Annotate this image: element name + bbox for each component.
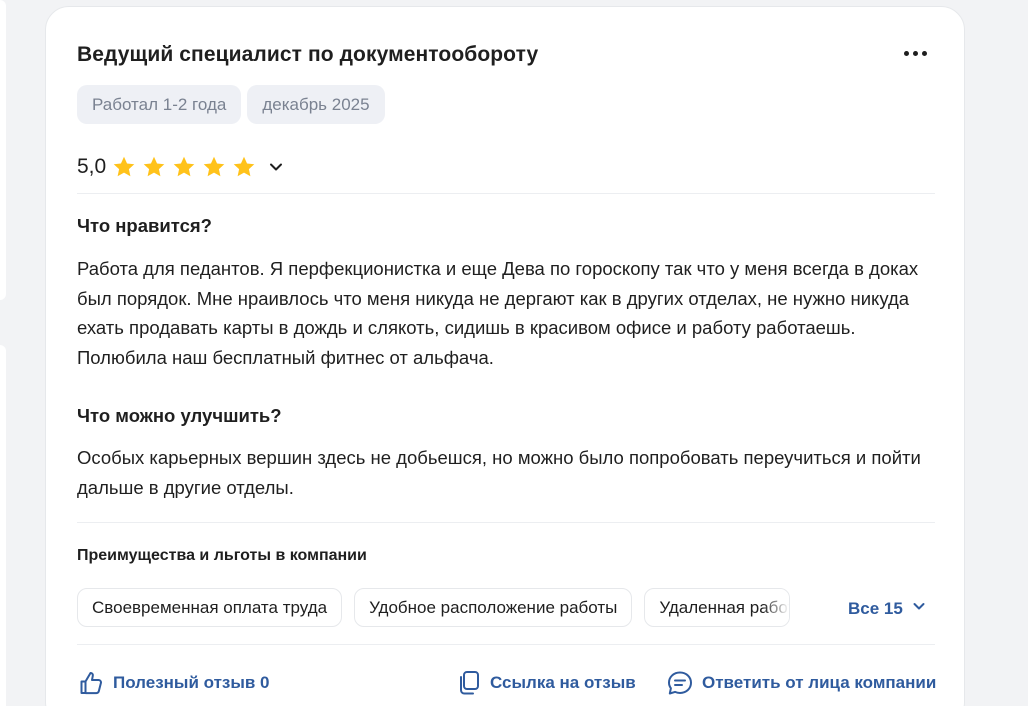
chevron-down-icon [911, 598, 927, 619]
star-icon [112, 155, 136, 179]
rating-stars [112, 155, 256, 179]
review-tags: Работал 1-2 года декабрь 2025 [77, 85, 385, 124]
benefits-chips: Своевременная оплата труда Удобное распо… [77, 588, 937, 628]
star-icon [142, 155, 166, 179]
star-icon [172, 155, 196, 179]
review-title: Ведущий специалист по документообороту [77, 43, 539, 66]
star-icon [202, 155, 226, 179]
star-icon [232, 155, 256, 179]
copy-link-button[interactable]: Ссылка на отзыв [456, 669, 636, 697]
copy-link-icon [456, 669, 482, 697]
benefit-chip[interactable]: Удобное расположение работы [354, 588, 633, 627]
left-panel-edge [0, 0, 6, 300]
divider [77, 644, 935, 645]
copy-link-label: Ссылка на отзыв [490, 673, 636, 692]
rating-value: 5,0 [77, 155, 107, 178]
all-benefits-label: Все 15 [848, 598, 903, 618]
tag-experience: Работал 1-2 года [77, 85, 242, 124]
review-card: Ведущий специалист по документообороту Р… [45, 6, 965, 706]
more-dots-icon[interactable] [904, 43, 927, 63]
improve-text: Особых карьерных вершин здесь не добьешс… [77, 447, 921, 498]
improve-heading: Что можно улучшить? [77, 405, 282, 426]
chat-reply-icon [666, 669, 694, 697]
thumb-up-icon [77, 669, 105, 697]
helpful-label: Полезный отзыв 0 [113, 673, 270, 692]
benefits-heading: Преимущества и льготы в компании [77, 547, 367, 564]
helpful-button[interactable]: Полезный отзыв 0 [77, 669, 270, 697]
left-panel-edge [0, 345, 6, 706]
benefit-chip[interactable]: Удаленная работа [644, 588, 791, 627]
rating: 5,0 [77, 153, 286, 181]
chevron-down-icon[interactable] [266, 157, 286, 177]
likes-text: Работа для педантов. Я перфекционистка и… [77, 258, 919, 368]
tag-date: декабрь 2025 [247, 85, 385, 124]
reply-label: Ответить от лица компании [702, 673, 937, 692]
all-benefits-link[interactable]: Все 15 [848, 598, 927, 619]
benefit-chip[interactable]: Своевременная оплата труда [77, 588, 343, 627]
divider [77, 193, 935, 194]
divider [77, 522, 935, 523]
reply-button[interactable]: Ответить от лица компании [666, 669, 936, 697]
likes-heading: Что нравится? [77, 215, 212, 236]
